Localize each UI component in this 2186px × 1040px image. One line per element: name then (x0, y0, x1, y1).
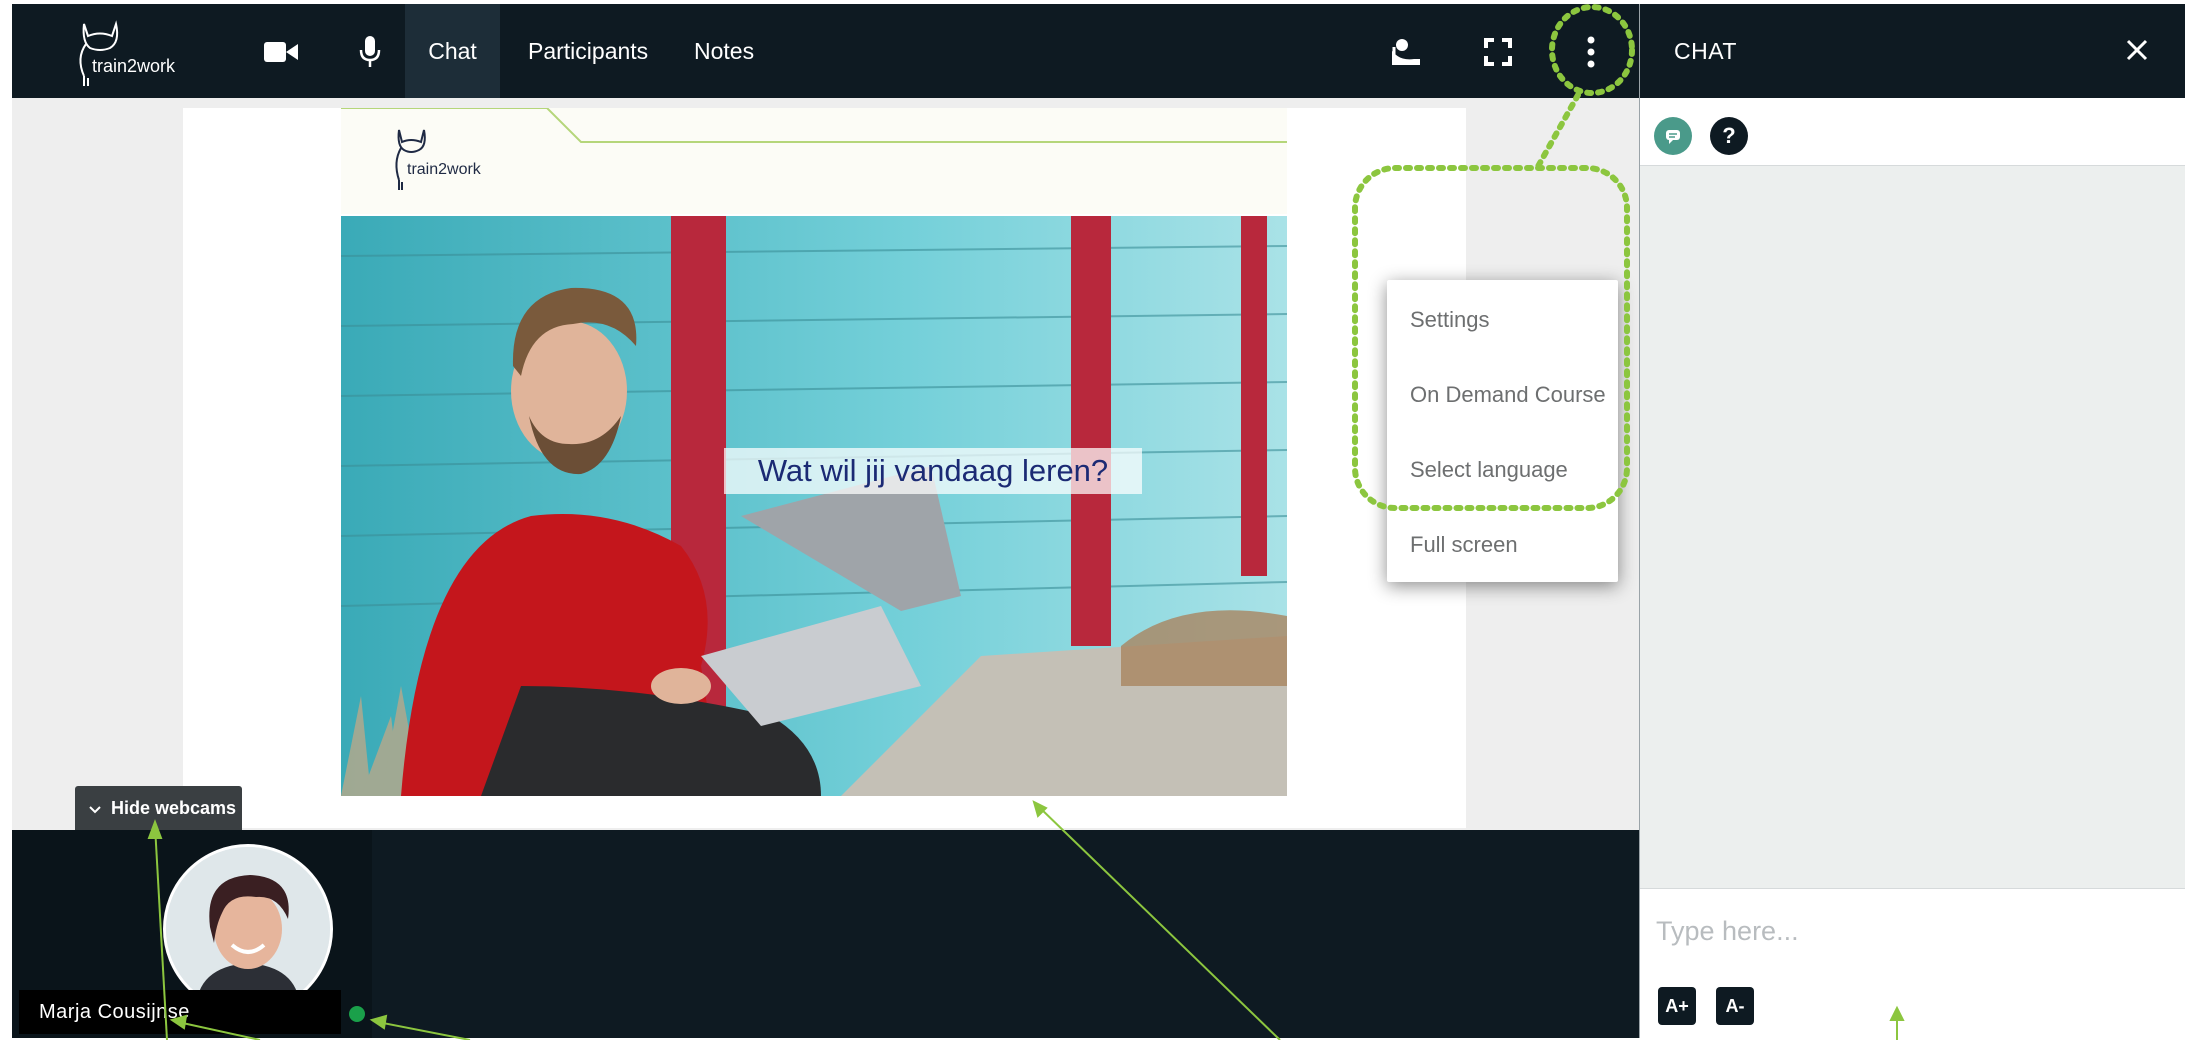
webcam-tile[interactable]: Marja Cousijnse (12, 830, 372, 1038)
microphone-icon[interactable] (346, 28, 394, 76)
tab-notes[interactable]: Notes (676, 4, 772, 98)
tab-chat[interactable]: Chat (405, 4, 500, 98)
chat-title: CHAT (1674, 38, 1737, 64)
hide-webcams-label: Hide webcams (111, 797, 237, 818)
help-label: ? (1722, 123, 1736, 148)
chat-toolbar: ? (1640, 98, 2185, 166)
chat-message-list (1640, 166, 2185, 888)
fullscreen-icon[interactable] (1474, 28, 1522, 76)
presentation-stage: train2work Wat wil jij vandaag leren? Se… (12, 98, 1639, 830)
tab-participants[interactable]: Participants (510, 4, 666, 98)
chat-panel: CHAT ? A+ A- (1639, 4, 2185, 1038)
chat-message-input[interactable] (1656, 903, 2166, 959)
presentation-slide: train2work Wat wil jij vandaag leren? (183, 108, 1466, 828)
more-vertical-icon[interactable] (1567, 28, 1615, 76)
slide-header: train2work (341, 108, 1287, 214)
more-options-menu: Settings On Demand Course Select languag… (1387, 280, 1618, 582)
chat-input-area: A+ A- (1640, 888, 2185, 1038)
slide-photo: Wat wil jij vandaag leren? (341, 216, 1287, 796)
slide-logo: train2work (391, 126, 521, 198)
hide-webcams-button[interactable]: Hide webcams (75, 786, 242, 830)
webcam-strip: Marja Cousijnse (12, 830, 1639, 1038)
presenter-icon[interactable] (1382, 28, 1430, 76)
chevron-down-icon (89, 798, 101, 819)
slide-logo-text: train2work (407, 161, 482, 178)
video-camera-icon[interactable] (257, 28, 305, 76)
close-icon[interactable] (2117, 30, 2157, 70)
chat-header: CHAT (1640, 4, 2185, 98)
font-increase-button[interactable]: A+ (1658, 987, 1696, 1025)
chat-bubble-icon[interactable] (1654, 117, 1692, 155)
font-decrease-button[interactable]: A- (1716, 987, 1754, 1025)
participant-avatar (163, 844, 333, 1014)
online-status-icon (349, 1006, 365, 1022)
train2work-logo: train2work (62, 16, 212, 88)
menu-item-full-screen[interactable]: Full screen (1410, 525, 1518, 565)
menu-item-on-demand-course[interactable]: On Demand Course (1410, 375, 1606, 415)
top-toolbar: train2work Chat Participants Notes (12, 4, 1639, 98)
help-icon[interactable]: ? (1710, 117, 1748, 155)
slide-caption: Wat wil jij vandaag leren? (724, 448, 1142, 494)
menu-item-select-language[interactable]: Select language (1410, 450, 1568, 490)
logo-text: train2work (92, 56, 176, 76)
participant-name: Marja Cousijnse (19, 990, 341, 1034)
menu-item-settings[interactable]: Settings (1410, 300, 1490, 340)
